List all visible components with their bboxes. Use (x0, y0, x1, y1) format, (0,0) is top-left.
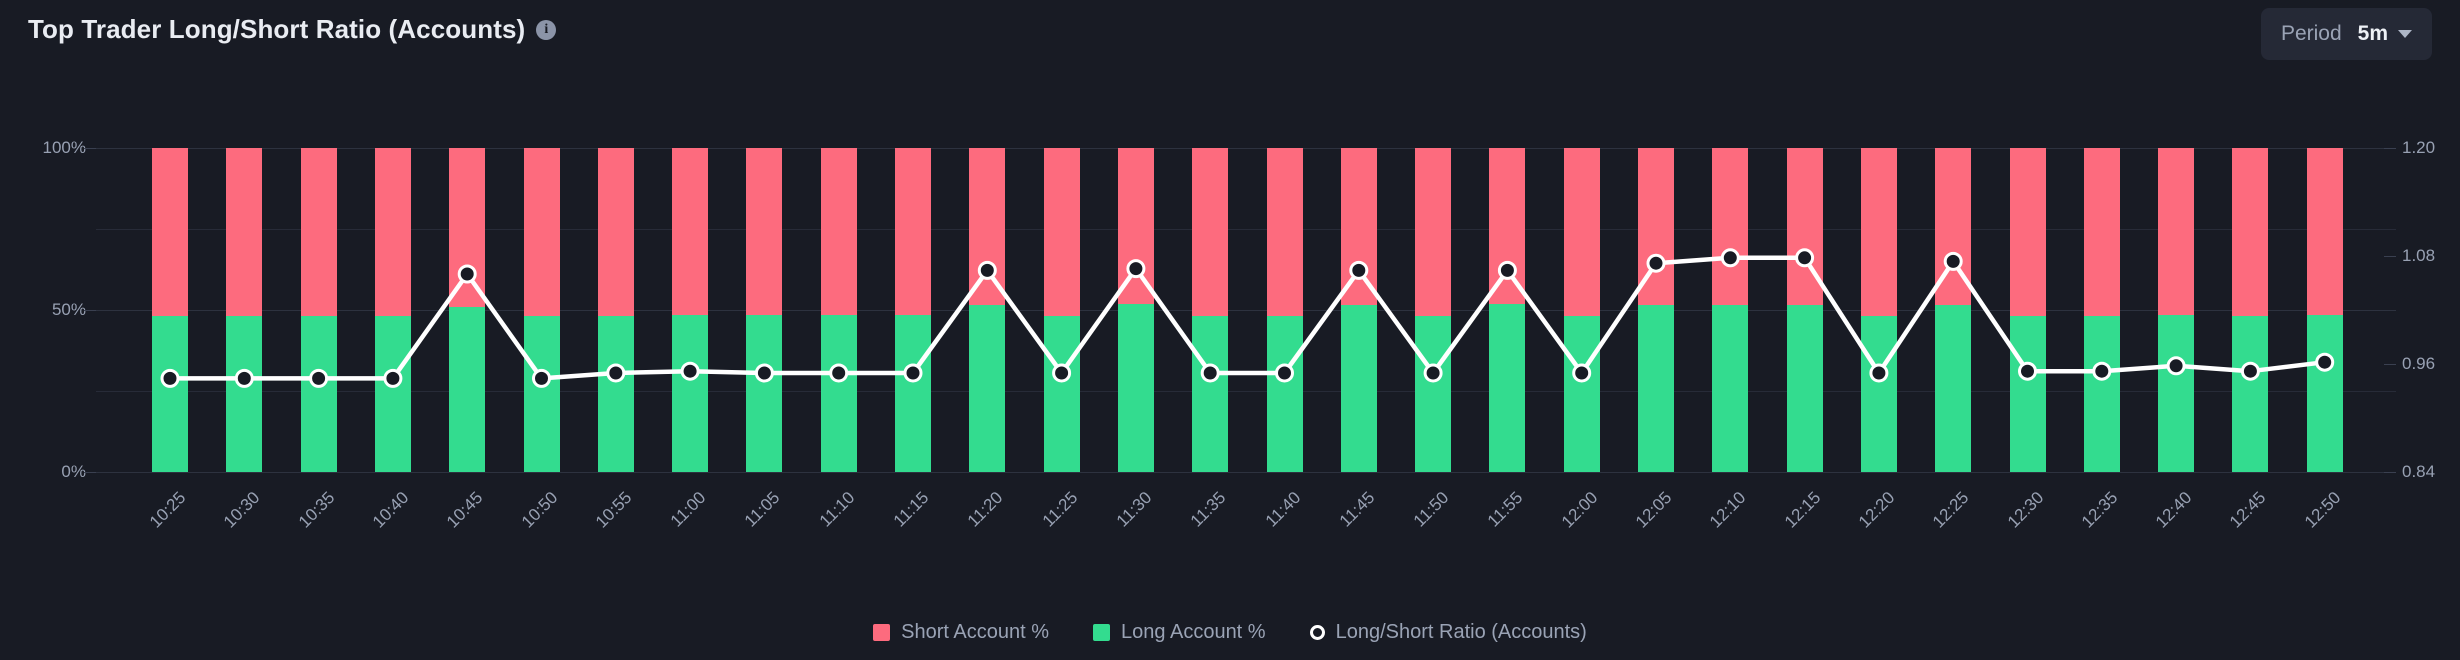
x-axis-tick-label: 11:30 (1112, 488, 1156, 531)
x-axis-tick-label: 10:40 (368, 488, 413, 532)
legend-item[interactable]: Short Account % (873, 621, 1049, 644)
chart-panel: Top Trader Long/Short Ratio (Accounts) i… (0, 0, 2460, 660)
x-axis-tick-label: 12:30 (2003, 488, 2047, 532)
x-axis-tick-label: 11:25 (1038, 488, 1082, 531)
x-axis-tick-label: 11:40 (1261, 488, 1304, 531)
x-axis-tick-label: 11:10 (815, 488, 859, 531)
x-axis-tick-label: 12:05 (1631, 488, 1676, 532)
x-axis-tick-label: 12:35 (2077, 488, 2122, 532)
x-axis-tick-label: 10:50 (517, 488, 561, 532)
plot-area: 0% 50% 100% 0.84 0.96 1.08 1.20 10:25 10:30 10:… (0, 0, 2460, 660)
x-axis-tick-label: 11:20 (964, 488, 1007, 531)
x-axis-tick-label: 10:45 (443, 488, 487, 532)
legend-item[interactable]: Long/Short Ratio (Accounts) (1309, 621, 1587, 644)
x-axis-tick-label: 11:50 (1409, 488, 1453, 531)
x-axis-tick-label: 10:35 (294, 488, 339, 532)
x-axis-labels: 10:25 10:30 10:35 10:40 10:45 10:50 10:55 11:00… (0, 0, 2460, 660)
x-axis-tick-label: 12:50 (2300, 488, 2345, 532)
x-axis-tick-label: 11:00 (666, 488, 710, 531)
x-axis-tick-label: 11:15 (889, 488, 933, 531)
x-axis-tick-label: 12:25 (1929, 488, 1973, 532)
legend-label: Short Account % (901, 621, 1050, 643)
legend-swatch-icon (1093, 624, 1111, 641)
x-axis-tick-label: 10:55 (591, 488, 636, 532)
legend-swatch-icon (873, 624, 891, 641)
legend-label: Long/Short Ratio (Accounts) (1335, 621, 1587, 643)
x-axis-tick-label: 10:25 (145, 488, 190, 532)
x-axis-tick-label: 11:55 (1484, 488, 1527, 531)
x-axis-tick-label: 12:20 (1854, 488, 1899, 532)
x-axis-tick-label: 12:45 (2226, 488, 2270, 532)
chart-legend: Short Account % Long Account % Long/Short … (0, 621, 2460, 644)
x-axis-tick-label: 11:05 (741, 488, 784, 531)
x-axis-tick-label: 12:40 (2152, 488, 2196, 532)
x-axis-tick-label: 10:30 (220, 488, 264, 532)
legend-label: Long Account % (1121, 621, 1266, 643)
legend-item[interactable]: Long Account % (1093, 621, 1266, 644)
x-axis-tick-label: 11:45 (1335, 488, 1379, 531)
x-axis-tick-label: 12:00 (1557, 488, 1602, 532)
x-axis-tick-label: 12:10 (1706, 488, 1750, 532)
legend-ring-icon (1309, 625, 1325, 640)
x-axis-tick-label: 11:35 (1186, 488, 1230, 531)
x-axis-tick-label: 12:15 (1780, 488, 1825, 532)
